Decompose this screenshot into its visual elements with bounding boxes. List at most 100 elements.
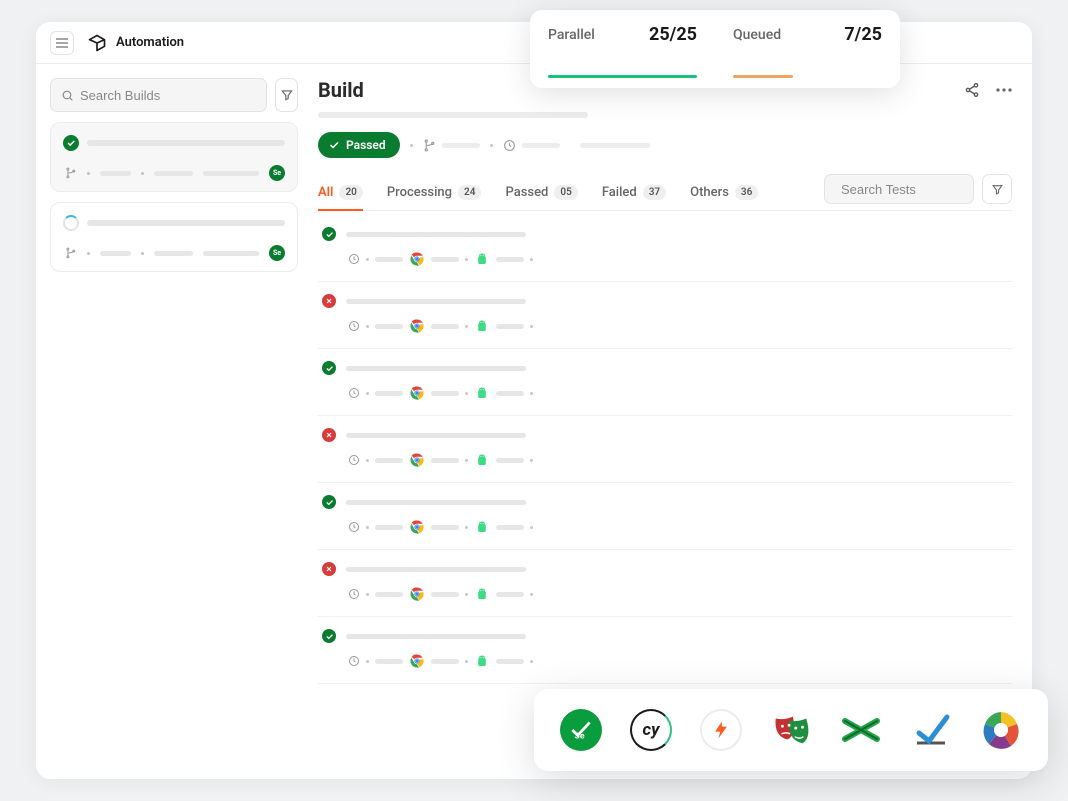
- builds-filter-button[interactable]: [275, 78, 298, 112]
- cypress-icon: cy: [630, 709, 672, 751]
- tab-others[interactable]: Others 36: [690, 175, 758, 210]
- build-meta-time: [503, 139, 560, 152]
- tab-label: Processing: [387, 185, 452, 200]
- hamburger-icon: [56, 38, 68, 48]
- build-title-skeleton: [87, 140, 285, 146]
- branch-icon: [65, 247, 77, 259]
- test-row[interactable]: [318, 550, 1012, 617]
- branch-icon: [65, 167, 77, 179]
- more-icon: [996, 88, 1012, 92]
- builds-search-input[interactable]: [80, 88, 256, 103]
- tests-filter-button[interactable]: [982, 174, 1012, 204]
- queued-value: 7/25: [844, 24, 882, 45]
- tests-search[interactable]: [824, 174, 974, 204]
- test-row[interactable]: [318, 617, 1012, 684]
- builds-search[interactable]: [50, 78, 267, 112]
- filter-icon: [991, 183, 1004, 196]
- tab-count: 24: [458, 185, 481, 200]
- test-title-skeleton: [346, 567, 526, 572]
- build-meta-branch: [423, 139, 480, 152]
- chrome-icon: [409, 251, 425, 267]
- app-logo: Automation: [86, 32, 184, 54]
- framework-badge: Se: [269, 245, 285, 261]
- page-title: Build: [318, 78, 364, 102]
- tab-processing[interactable]: Processing 24: [387, 175, 482, 210]
- test-row[interactable]: [318, 349, 1012, 416]
- fail-status-icon: [322, 294, 336, 308]
- tab-label: All: [318, 185, 333, 200]
- filter-icon: [280, 88, 294, 102]
- clock-icon: [348, 320, 360, 332]
- test-row[interactable]: [318, 416, 1012, 483]
- build-status-pill: Passed: [318, 132, 400, 158]
- tab-label: Failed: [602, 185, 637, 200]
- queued-bar: [733, 75, 793, 78]
- chrome-icon: [409, 318, 425, 334]
- tab-label: Passed: [505, 185, 548, 200]
- tab-count: 20: [339, 185, 362, 200]
- tabs: All 20 Processing 24 Passed 05 Failed 37 Others 3…: [318, 174, 1012, 211]
- pass-status-icon: [322, 495, 336, 509]
- selenium-icon: Se: [560, 709, 602, 751]
- chrome-icon: [409, 385, 425, 401]
- frameworks-card: Se cy: [534, 689, 1048, 771]
- android-icon: [474, 586, 490, 602]
- loading-status-icon: [63, 215, 79, 231]
- pass-status-icon: [322, 361, 336, 375]
- clock-icon: [348, 387, 360, 399]
- clock-icon: [348, 655, 360, 667]
- queued-label: Queued: [733, 27, 781, 43]
- parallel-value: 25/25: [649, 24, 697, 45]
- tab-count: 05: [554, 185, 577, 200]
- clock-icon: [503, 139, 516, 152]
- test-title-skeleton: [346, 500, 526, 505]
- colorwheel-icon: [980, 709, 1022, 751]
- sidebar: Se Se: [36, 64, 312, 779]
- chrome-icon: [409, 586, 425, 602]
- share-button[interactable]: [960, 78, 984, 102]
- fail-status-icon: [322, 562, 336, 576]
- clock-icon: [348, 521, 360, 533]
- test-title-skeleton: [346, 433, 526, 438]
- search-icon: [61, 89, 74, 102]
- tab-all[interactable]: All 20: [318, 175, 363, 210]
- appium-icon: [910, 709, 952, 751]
- branch-icon: [423, 139, 436, 152]
- svg-text:Se: Se: [575, 732, 585, 742]
- build-card[interactable]: Se: [50, 122, 298, 192]
- chrome-icon: [409, 519, 425, 535]
- chrome-icon: [409, 653, 425, 669]
- android-icon: [474, 653, 490, 669]
- playwright-icon: [770, 709, 812, 751]
- test-row[interactable]: [318, 282, 1012, 349]
- share-icon: [964, 82, 980, 98]
- tab-count: 37: [643, 185, 666, 200]
- test-list: [318, 215, 1012, 684]
- status-card: Parallel 25/25 Queued 7/25: [530, 10, 900, 88]
- tab-label: Others: [690, 185, 729, 200]
- pass-status-icon: [322, 629, 336, 643]
- test-title-skeleton: [346, 299, 526, 304]
- menu-button[interactable]: [50, 31, 74, 55]
- build-card[interactable]: Se: [50, 202, 298, 272]
- content-pane: Build Passed: [312, 64, 1032, 779]
- tab-failed[interactable]: Failed 37: [602, 175, 666, 210]
- test-row[interactable]: [318, 215, 1012, 282]
- build-meta-extra: [580, 143, 650, 148]
- parallel-label: Parallel: [548, 27, 595, 43]
- pass-status-icon: [322, 227, 336, 241]
- chrome-icon: [409, 452, 425, 468]
- testcafe-icon: [840, 709, 882, 751]
- tab-passed[interactable]: Passed 05: [505, 175, 577, 210]
- android-icon: [474, 385, 490, 401]
- pass-status-icon: [63, 135, 79, 151]
- android-icon: [474, 318, 490, 334]
- android-icon: [474, 251, 490, 267]
- android-icon: [474, 519, 490, 535]
- clock-icon: [348, 253, 360, 265]
- test-row[interactable]: [318, 483, 1012, 550]
- tab-count: 36: [735, 185, 758, 200]
- more-button[interactable]: [996, 88, 1012, 92]
- android-icon: [474, 452, 490, 468]
- test-title-skeleton: [346, 634, 526, 639]
